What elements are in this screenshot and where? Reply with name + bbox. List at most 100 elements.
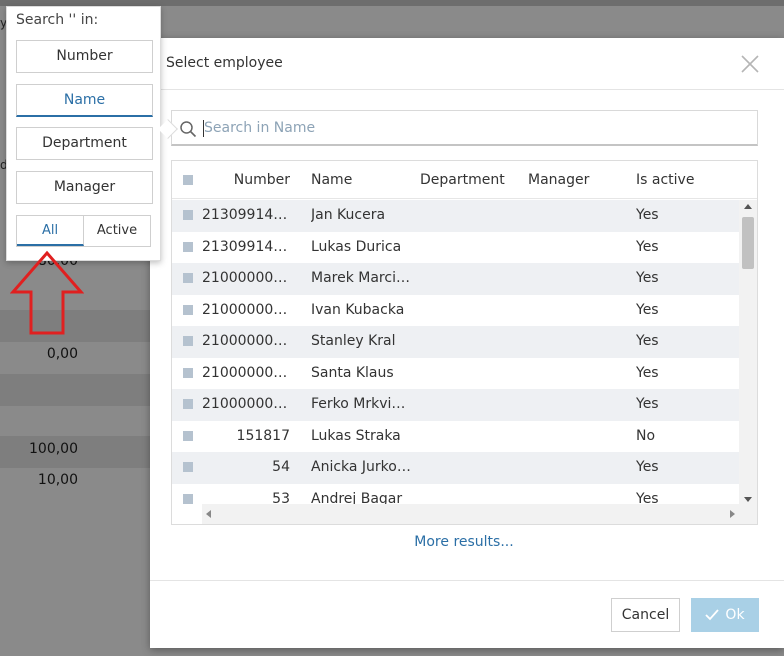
search-icon	[180, 121, 197, 138]
table-row[interactable]: 151817 Lukas Straka No	[172, 421, 739, 453]
cell-department	[420, 484, 520, 507]
cell-is-active: Yes	[636, 270, 659, 286]
cell-number: 151817	[236, 427, 290, 444]
cell-department	[420, 263, 520, 295]
select-employee-dialog: Select employee Number Name Department M…	[150, 38, 784, 648]
table-row[interactable]: 2100000028 Ivan Kubacka Yes	[172, 295, 739, 327]
row-checkbox[interactable]	[183, 200, 195, 232]
cell-manager	[528, 295, 628, 327]
row-checkbox[interactable]	[183, 389, 195, 421]
table-row[interactable]: 2100000023 Stanley Kral Yes	[172, 326, 739, 358]
table-row[interactable]: 53 Andrej Bagar Yes	[172, 484, 739, 507]
cell-is-active: Yes	[636, 364, 659, 381]
active-filter-toggle: All Active	[16, 215, 151, 247]
cell-manager	[528, 200, 628, 232]
table-row[interactable]: 2130991407 Jan Kucera Yes	[172, 200, 739, 232]
column-header-manager[interactable]: Manager	[528, 161, 628, 198]
cell-number: 2100000021	[202, 396, 290, 412]
row-checkbox[interactable]	[183, 263, 195, 295]
cell-is-active: Yes	[636, 207, 659, 223]
cell-is-active: Yes	[636, 490, 659, 507]
table-row[interactable]: 54 Anicka Jurkov... Yes	[172, 452, 739, 484]
filter-active-button[interactable]: Active	[84, 216, 150, 246]
scroll-left-icon[interactable]	[206, 510, 211, 518]
annotation-arrow-icon	[10, 250, 84, 335]
column-header-department[interactable]: Department	[420, 161, 520, 198]
cell-manager	[528, 358, 628, 390]
row-checkbox[interactable]	[183, 484, 195, 507]
table-row[interactable]: 2100000029 Marek Marcin... Yes	[172, 263, 739, 295]
grid-header: Number Name Department Manager Is active	[172, 161, 757, 199]
horizontal-scrollbar[interactable]	[202, 504, 757, 524]
row-checkbox[interactable]	[183, 358, 195, 390]
cell-number: 53	[272, 490, 290, 507]
row-checkbox[interactable]	[183, 326, 195, 358]
cell-number: 2100000028	[202, 301, 290, 318]
cell-number: 54	[272, 459, 290, 475]
dialog-header: Select employee	[150, 38, 784, 90]
row-checkbox[interactable]	[183, 452, 195, 484]
row-checkbox[interactable]	[183, 421, 195, 453]
scrollbar-thumb[interactable]	[742, 217, 754, 269]
cell-name: Anicka Jurkov...	[311, 459, 411, 475]
grid-body: 2130991407 Jan Kucera Yes 2130991406 Luk…	[172, 200, 739, 506]
cell-name: Jan Kucera	[311, 207, 386, 223]
cell-manager	[528, 484, 628, 507]
table-row[interactable]: 2100000022 Santa Klaus Yes	[172, 358, 739, 390]
close-icon[interactable]	[738, 52, 762, 76]
filter-all-button[interactable]: All	[17, 216, 84, 246]
cell-name: Lukas Durica	[311, 238, 402, 255]
text-caret	[203, 120, 204, 137]
column-header-name[interactable]: Name	[311, 161, 411, 198]
cell-name: Ferko Mrkvicka	[311, 396, 411, 412]
column-header-is-active[interactable]: Is active	[636, 161, 736, 198]
cell-manager	[528, 452, 628, 484]
cell-name: Lukas Straka	[311, 427, 401, 444]
search-option-name[interactable]: Name	[16, 84, 153, 117]
vertical-scrollbar[interactable]	[739, 200, 757, 506]
search-option-number[interactable]: Number	[16, 40, 153, 73]
cell-department	[420, 358, 520, 390]
cell-is-active: Yes	[636, 333, 659, 349]
search-option-manager[interactable]: Manager	[16, 171, 153, 204]
scroll-right-icon[interactable]	[730, 510, 735, 518]
cell-department	[420, 421, 520, 453]
row-checkbox[interactable]	[183, 232, 195, 264]
row-checkbox[interactable]	[183, 295, 195, 327]
background-value: 10,00	[37, 472, 78, 488]
cell-department	[420, 295, 520, 327]
table-row[interactable]: 2130991406 Lukas Durica Yes	[172, 232, 739, 264]
cell-name: Santa Klaus	[311, 364, 394, 381]
cell-is-active: Yes	[636, 301, 659, 318]
scroll-down-icon[interactable]	[744, 497, 752, 502]
cell-number: 2130991406	[202, 238, 290, 255]
ok-button-label: Ok	[725, 607, 745, 623]
cell-name: Andrej Bagar	[311, 490, 403, 507]
cell-department	[420, 232, 520, 264]
search-in-popup: Search '' in: Number Name Department Man…	[6, 6, 178, 261]
background-value: 100,00	[29, 441, 78, 457]
cell-department	[420, 452, 520, 484]
search-box	[171, 110, 758, 146]
cell-department	[420, 326, 520, 358]
background-row-stripe	[0, 374, 150, 406]
cell-is-active: Yes	[636, 396, 659, 412]
cell-name: Marek Marcin...	[311, 270, 411, 286]
search-option-department[interactable]: Department	[16, 127, 153, 160]
check-icon	[705, 609, 720, 621]
more-results-link[interactable]: More results...	[150, 534, 778, 550]
cell-manager	[528, 263, 628, 295]
cell-is-active: No	[636, 427, 656, 444]
scroll-up-icon[interactable]	[744, 204, 752, 209]
select-all-checkbox[interactable]	[183, 161, 195, 198]
employee-grid: Number Name Department Manager Is active…	[171, 160, 758, 525]
cell-number: 2130991407	[202, 207, 290, 223]
cell-number: 2100000022	[202, 364, 290, 381]
search-input[interactable]	[204, 115, 744, 141]
cancel-button[interactable]: Cancel	[611, 598, 680, 632]
ok-button[interactable]: Ok	[691, 598, 759, 632]
table-row[interactable]: 2100000021 Ferko Mrkvicka Yes	[172, 389, 739, 421]
cell-department	[420, 200, 520, 232]
column-header-number[interactable]: Number	[202, 161, 290, 198]
popup-title: Search '' in:	[16, 12, 99, 28]
